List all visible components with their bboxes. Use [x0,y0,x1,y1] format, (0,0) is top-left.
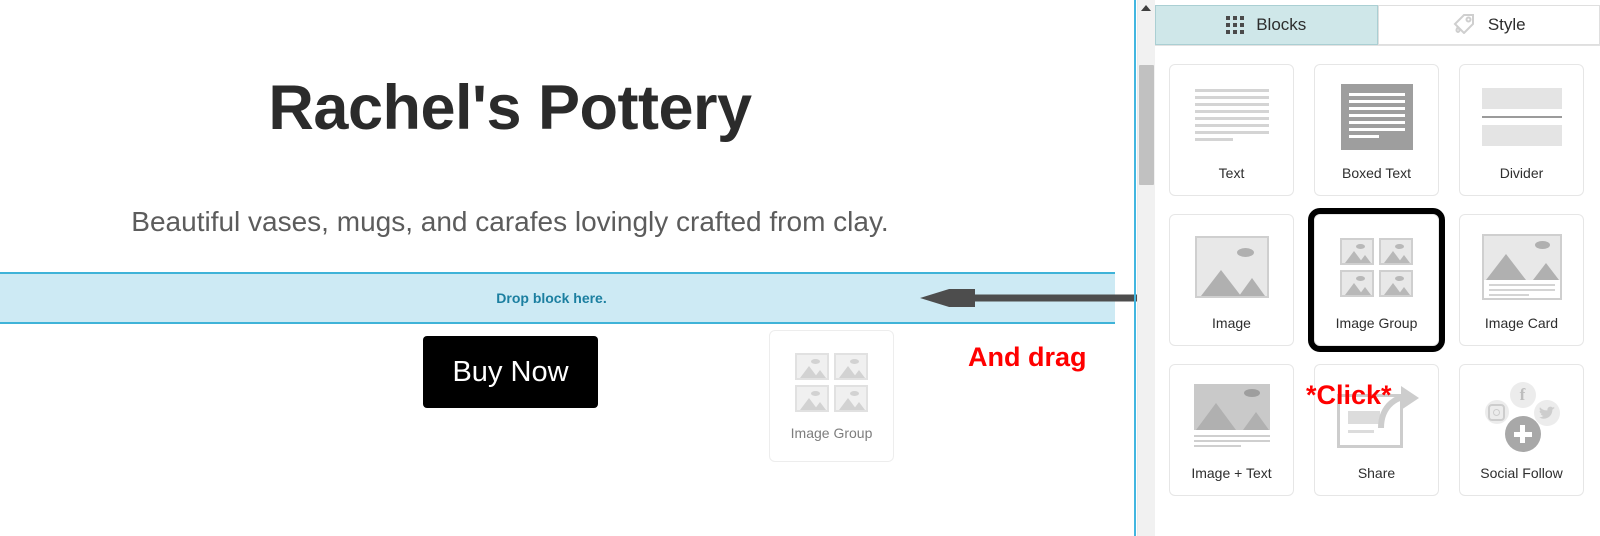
image-text-icon [1193,384,1270,450]
block-label-image-text: Image + Text [1191,465,1272,481]
block-cell-image: Image [1159,205,1304,355]
facebook-icon: f [1509,382,1536,408]
instagram-icon [1484,400,1509,424]
block-cell-image-card: Image Card [1449,205,1594,355]
buy-now-button[interactable]: Buy Now [423,336,598,408]
image-group-icon [1340,237,1413,297]
image-card-icon [1481,234,1562,300]
twitter-icon [1533,400,1560,426]
tab-blocks[interactable]: Blocks [1155,5,1378,45]
tab-blocks-label: Blocks [1256,15,1307,34]
page-tagline: Beautiful vases, mugs, and carafes lovin… [131,206,889,237]
text-lines-icon [1194,89,1269,145]
editor-panel: Blocks Style Text Boxed Text Divider Ima… [1155,0,1600,536]
block-cell-social-follow: f Social Follow [1449,355,1594,505]
paint-tag-icon [1452,12,1476,39]
block-cell-image-group: Image Group [1304,205,1449,355]
scroll-up-arrow-icon[interactable] [1141,5,1151,11]
grid-dots-icon [1226,16,1245,34]
annotation-click: *Click* [1306,380,1392,410]
block-item-image[interactable]: Image [1169,214,1294,346]
block-cell-boxed-text: Boxed Text [1304,55,1449,205]
panel-tabs: Blocks Style [1155,5,1600,46]
divider-icon [1481,88,1562,146]
website-canvas: Rachel's Pottery Beautiful vases, mugs, … [0,0,1115,536]
block-label-social-follow: Social Follow [1480,465,1563,481]
tab-style[interactable]: Style [1377,5,1600,45]
plus-icon [1504,416,1541,452]
block-item-boxed-text[interactable]: Boxed Text [1314,64,1439,196]
page-title: Rachel's Pottery [268,73,752,143]
drop-zone[interactable]: Drop block here. [0,272,1115,324]
block-label-boxed-text: Boxed Text [1341,165,1411,181]
block-item-image-text[interactable]: Image + Text [1169,364,1294,496]
block-item-divider[interactable]: Divider [1459,64,1584,196]
block-label-text: Text [1218,165,1245,181]
block-item-image-card[interactable]: Image Card [1459,214,1584,346]
annotation-and-drag: And drag [968,342,1087,372]
block-cell-divider: Divider [1449,55,1594,205]
boxed-text-icon [1340,84,1413,150]
block-palette: Text Boxed Text Divider Image Image Grou… [1155,55,1600,505]
block-label-image-card: Image Card [1484,315,1559,331]
block-item-social-follow[interactable]: f Social Follow [1459,364,1584,496]
panel-scrollbar-thumb[interactable] [1139,65,1154,185]
social-follow-icon: f [1480,382,1564,452]
block-label-divider: Divider [1499,165,1544,181]
block-cell-share: Share [1304,355,1449,505]
block-label-image: Image [1212,315,1251,331]
block-item-text[interactable]: Text [1169,64,1294,196]
block-item-image-group[interactable]: Image Group [1308,208,1445,352]
block-label-share: Share [1357,465,1396,481]
block-cell-image-text: Image + Text [1159,355,1304,505]
image-icon [1194,236,1269,298]
dragged-block-label: Image Group [790,424,873,441]
image-group-icon [795,352,868,412]
dragged-block-ghost[interactable]: Image Group [769,330,894,462]
block-cell-text: Text [1159,55,1304,205]
block-label-image-group: Image Group [1335,315,1418,331]
drop-zone-label: Drop block here. [496,290,607,306]
panel-divider [1134,0,1136,536]
tab-style-label: Style [1487,15,1526,34]
